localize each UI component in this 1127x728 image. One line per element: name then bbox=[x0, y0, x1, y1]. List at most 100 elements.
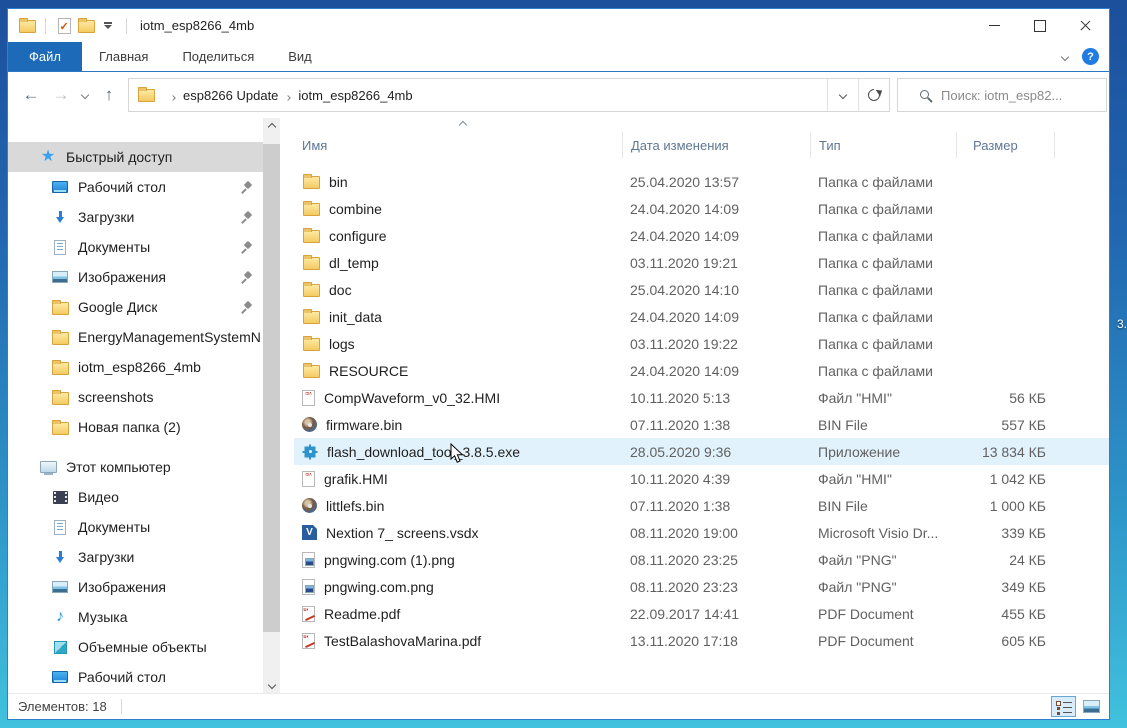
pictures-icon bbox=[52, 581, 68, 593]
file-row-resource[interactable]: RESOURCE24.04.2020 14:09Папка с файлами bbox=[294, 357, 1109, 384]
window-title: iotm_esp8266_4mb bbox=[140, 18, 254, 33]
folder-icon bbox=[303, 284, 320, 297]
folder-icon bbox=[303, 257, 320, 270]
sidebar-group-быстрый-доступ[interactable]: ★Быстрый доступ bbox=[8, 142, 263, 172]
file-row-dl-temp[interactable]: dl_temp03.11.2020 19:21Папка с файлами bbox=[294, 249, 1109, 276]
file-row-logs[interactable]: logs03.11.2020 19:22Папка с файлами bbox=[294, 330, 1109, 357]
file-size: 349 КБ bbox=[956, 579, 1054, 595]
file-size: 13 834 КБ bbox=[956, 444, 1054, 460]
sidebar-item-загрузки[interactable]: Загрузки bbox=[8, 542, 263, 572]
sidebar-item-документы[interactable]: Документы bbox=[8, 232, 263, 262]
tab-share[interactable]: Поделиться bbox=[165, 42, 271, 71]
scroll-up-icon[interactable] bbox=[263, 118, 280, 135]
file-date: 07.11.2020 1:38 bbox=[622, 498, 810, 514]
sidebar-item-iotm-esp8266-4mb[interactable]: iotm_esp8266_4mb bbox=[8, 352, 263, 382]
maximize-button[interactable] bbox=[1017, 9, 1063, 42]
file-row-readme-pdf[interactable]: Readme.pdf22.09.2017 14:41PDF Document45… bbox=[294, 600, 1109, 627]
up-button[interactable]: ↑ bbox=[94, 80, 124, 110]
desktop: { "titlebar": { "title": "iotm_esp8266_4… bbox=[0, 0, 1127, 728]
sidebar-item-загрузки[interactable]: Загрузки bbox=[8, 202, 263, 232]
file-name: doc bbox=[329, 282, 352, 298]
file-row-configure[interactable]: configure24.04.2020 14:09Папка с файлами bbox=[294, 222, 1109, 249]
folder-icon bbox=[52, 362, 69, 375]
file-date: 24.04.2020 14:09 bbox=[622, 309, 810, 325]
column-header-size[interactable]: Размер bbox=[956, 132, 1054, 158]
column-header-date[interactable]: Дата изменения bbox=[622, 132, 810, 158]
file-type: Папка с файлами bbox=[810, 363, 956, 379]
address-dropdown-button[interactable] bbox=[827, 79, 858, 111]
sidebar-item-изображения[interactable]: Изображения bbox=[8, 262, 263, 292]
file-row-doc[interactable]: doc25.04.2020 14:10Папка с файлами bbox=[294, 276, 1109, 303]
help-button[interactable]: ? bbox=[1082, 48, 1099, 65]
desktop-icon bbox=[52, 671, 68, 683]
sidebar-item-новая-папка-2[interactable]: Новая папка (2) bbox=[8, 412, 263, 442]
file-row-littlefs-bin[interactable]: littlefs.bin07.11.2020 1:38BIN File1 000… bbox=[294, 492, 1109, 519]
breadcrumb-current[interactable]: iotm_esp8266_4mb bbox=[298, 88, 412, 103]
file-type: Microsoft Visio Dr... bbox=[810, 525, 956, 541]
sidebar-item-energymanagementsystemn[interactable]: EnergyManagementSystemN bbox=[8, 322, 263, 352]
file-row-testbalashovamarina-pdf[interactable]: TestBalashovaMarina.pdf13.11.2020 17:18P… bbox=[294, 627, 1109, 654]
pdf-file-icon bbox=[302, 633, 315, 649]
file-row-init-data[interactable]: init_data24.04.2020 14:09Папка с файлами bbox=[294, 303, 1109, 330]
file-name: firmware.bin bbox=[326, 417, 402, 433]
address-bar[interactable]: esp8266 Update iotm_esp8266_4mb bbox=[128, 78, 890, 112]
sidebar-item-рабочий-стол[interactable]: Рабочий стол bbox=[8, 662, 263, 692]
file-row-nextion-7-screens-vsdx[interactable]: VNextion 7_ screens.vsdx08.11.2020 19:00… bbox=[294, 519, 1109, 546]
sidebar-item-изображения[interactable]: Изображения bbox=[8, 572, 263, 602]
ribbon-expand-icon[interactable] bbox=[1061, 52, 1069, 60]
customize-quick-access-button[interactable] bbox=[97, 15, 119, 37]
details-view-button[interactable] bbox=[1051, 696, 1076, 717]
tab-file[interactable]: Файл bbox=[8, 42, 82, 71]
close-button[interactable] bbox=[1063, 9, 1109, 42]
sidebar-scrollbar[interactable] bbox=[263, 118, 280, 693]
file-type: Папка с файлами bbox=[810, 228, 956, 244]
documents-icon bbox=[54, 520, 66, 535]
properties-quick-button[interactable] bbox=[53, 15, 75, 37]
file-row-firmware-bin[interactable]: firmware.bin07.11.2020 1:38BIN File557 К… bbox=[294, 411, 1109, 438]
refresh-button[interactable] bbox=[858, 79, 889, 111]
sidebar-item-рабочий-стол[interactable]: Рабочий стол bbox=[8, 172, 263, 202]
folder-icon bbox=[52, 332, 69, 345]
navigation-toolbar: ← → ↑ esp8266 Update iotm_esp8266_4mb По… bbox=[8, 72, 1109, 118]
file-row-grafik-hmi[interactable]: grafik.HMI10.11.2020 4:39Файл "HMI"1 042… bbox=[294, 465, 1109, 492]
column-header-name[interactable]: Имя bbox=[294, 132, 622, 158]
thumbnails-view-button[interactable] bbox=[1079, 696, 1104, 717]
file-row-bin[interactable]: bin25.04.2020 13:57Папка с файлами bbox=[294, 168, 1109, 195]
downloads-icon bbox=[54, 551, 67, 564]
file-date: 28.05.2020 9:36 bbox=[622, 444, 810, 460]
file-row-compwaveform-v0-32-hmi[interactable]: CompWaveform_v0_32.HMI10.11.2020 5:13Фай… bbox=[294, 384, 1109, 411]
search-box[interactable]: Поиск: iotm_esp82... bbox=[897, 78, 1107, 112]
file-date: 13.11.2020 17:18 bbox=[622, 633, 810, 649]
folder-icon bbox=[303, 176, 320, 189]
minimize-button[interactable] bbox=[971, 9, 1017, 42]
file-row-combine[interactable]: combine24.04.2020 14:09Папка с файлами bbox=[294, 195, 1109, 222]
file-row-pngwing-com-1-png[interactable]: pngwing.com (1).png08.11.2020 23:25Файл … bbox=[294, 546, 1109, 573]
file-name: dl_temp bbox=[329, 255, 379, 271]
new-folder-quick-button[interactable] bbox=[75, 15, 97, 37]
sidebar-item-документы[interactable]: Документы bbox=[8, 512, 263, 542]
file-name: combine bbox=[329, 201, 382, 217]
folder-icon bbox=[303, 311, 320, 324]
sidebar-item-screenshots[interactable]: screenshots bbox=[8, 382, 263, 412]
breadcrumb-parent[interactable]: esp8266 Update bbox=[183, 88, 278, 103]
sidebar-item-объемные-объекты[interactable]: Объемные объекты bbox=[8, 632, 263, 662]
file-row-flash-download-tool-3-8-5-exe[interactable]: flash_download_tool_3.8.5.exe28.05.2020 … bbox=[294, 438, 1109, 465]
tab-view[interactable]: Вид bbox=[271, 42, 329, 71]
file-row-pngwing-com-png[interactable]: pngwing.com.png08.11.2020 23:23Файл "PNG… bbox=[294, 573, 1109, 600]
tab-home[interactable]: Главная bbox=[82, 42, 165, 71]
scroll-down-icon[interactable] bbox=[263, 676, 280, 693]
sidebar-item-музыка[interactable]: ♪Музыка bbox=[8, 602, 263, 632]
scrollbar-thumb[interactable] bbox=[263, 144, 280, 632]
recent-locations-button[interactable] bbox=[76, 80, 94, 110]
column-header-type[interactable]: Тип bbox=[810, 132, 956, 158]
file-name: grafik.HMI bbox=[324, 471, 388, 487]
sidebar-item-видео[interactable]: Видео bbox=[8, 482, 263, 512]
desktop-icon-label-fragment: 3. bbox=[1117, 317, 1127, 331]
sidebar-group-этот-компьютер[interactable]: Этот компьютер bbox=[8, 452, 263, 482]
title-bar: iotm_esp8266_4mb bbox=[8, 9, 1109, 42]
back-button[interactable]: ← bbox=[16, 80, 46, 110]
file-type: PDF Document bbox=[810, 606, 956, 622]
file-rows: bin25.04.2020 13:57Папка с файламиcombin… bbox=[294, 162, 1109, 654]
forward-button[interactable]: → bbox=[46, 80, 76, 110]
sidebar-item-google-диск[interactable]: Google Диск bbox=[8, 292, 263, 322]
